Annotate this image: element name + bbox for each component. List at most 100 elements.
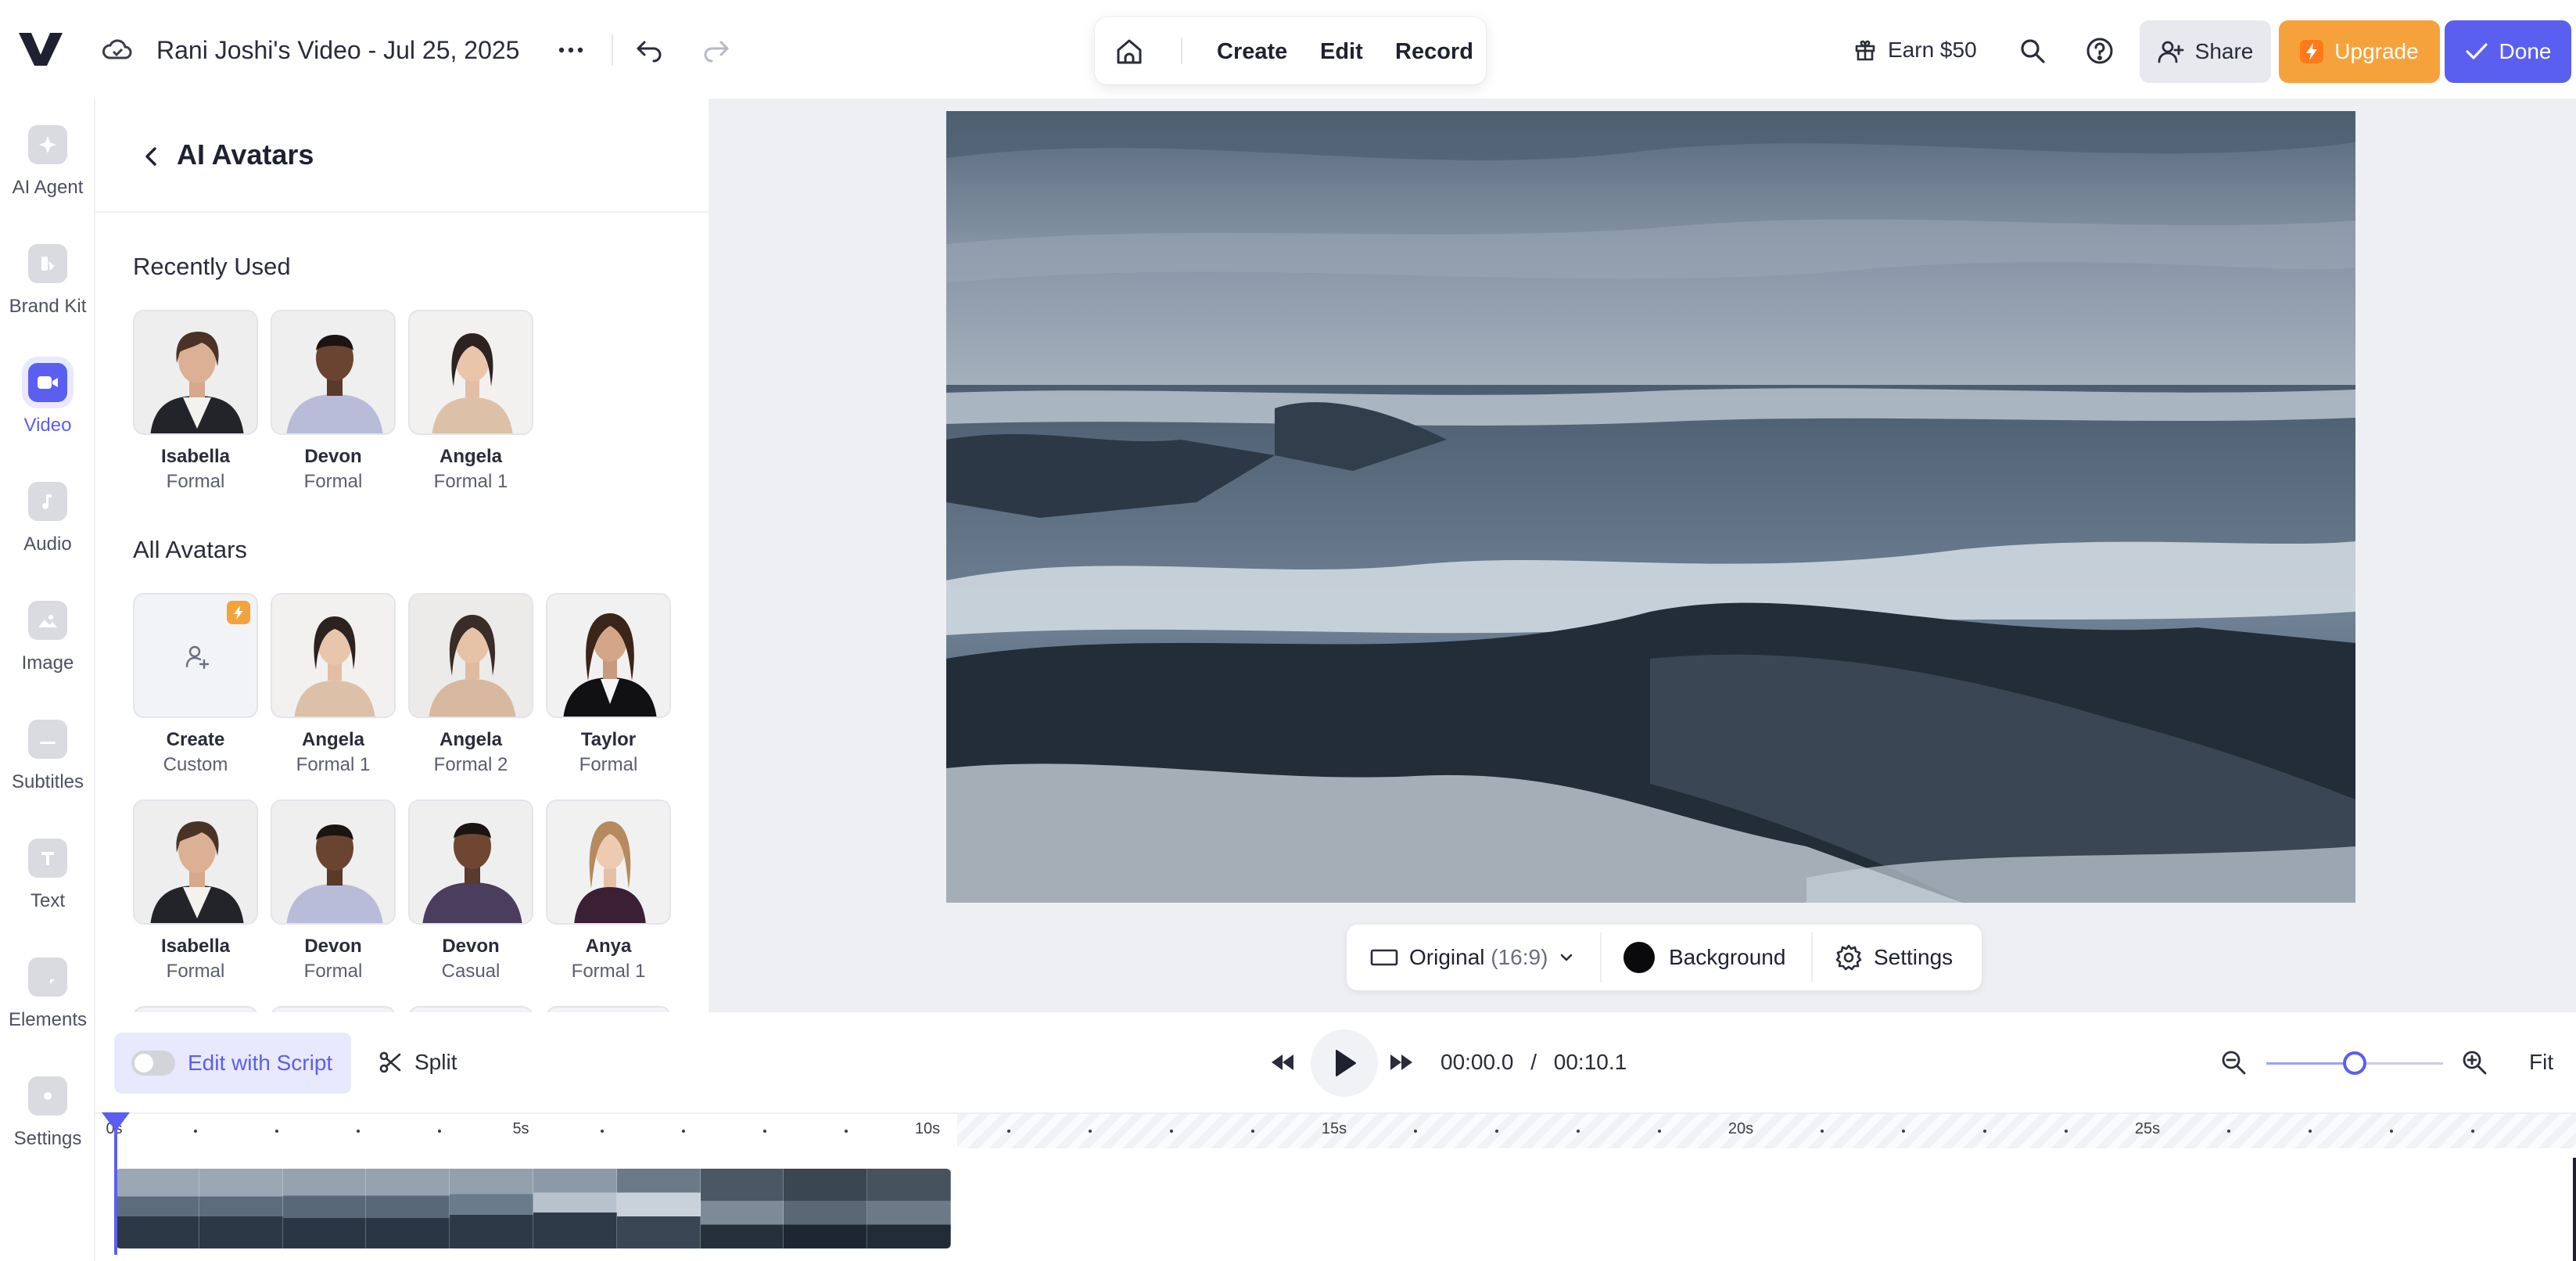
timeline-zoom-slider[interactable] xyxy=(2266,1051,2443,1075)
sidebar-item-image[interactable]: Image xyxy=(0,601,95,702)
sidebar-item-label: Brand Kit xyxy=(9,296,87,317)
playhead[interactable] xyxy=(102,1112,130,1255)
edit-with-script-label: Edit with Script xyxy=(188,1051,333,1075)
play-icon xyxy=(1330,1047,1358,1079)
zoom-in-icon[interactable] xyxy=(2460,1048,2488,1076)
avatar-style: Formal xyxy=(303,471,363,492)
avatar-name: Isabella xyxy=(160,936,231,957)
music-note-icon xyxy=(28,482,67,521)
brand-kit-icon xyxy=(28,244,67,283)
home-icon[interactable] xyxy=(1114,36,1145,67)
avatar-name: Devon xyxy=(304,446,362,467)
sidebar-item-label: AI Agent xyxy=(12,177,84,198)
undo-icon[interactable] xyxy=(633,36,665,64)
nav-edit[interactable]: Edit xyxy=(1320,38,1363,66)
sidebar-item-subtitles[interactable]: Subtitles xyxy=(0,720,95,821)
help-icon[interactable] xyxy=(2085,36,2115,66)
nav-create[interactable]: Create xyxy=(1217,38,1287,66)
settings-label: Settings xyxy=(1874,945,1954,969)
sidebar-item-label: Subtitles xyxy=(11,771,84,792)
ruler-tick xyxy=(1007,1130,1010,1133)
sidebar-item-label: Settings xyxy=(13,1128,82,1149)
zoom-out-icon[interactable] xyxy=(2219,1048,2248,1076)
upgrade-button[interactable]: Upgrade xyxy=(2279,20,2440,83)
rewind-icon[interactable] xyxy=(1267,1048,1298,1076)
sidebar-item-label: Text xyxy=(30,890,65,911)
search-icon[interactable] xyxy=(2018,36,2047,66)
panel-title: AI Avatars xyxy=(177,138,314,171)
sidebar-item-elements[interactable]: Elements xyxy=(0,957,95,1059)
elements-icon xyxy=(28,957,67,997)
background-color-swatch xyxy=(1623,942,1655,973)
avatar-card[interactable] xyxy=(408,1006,533,1012)
avatar-style: Formal xyxy=(166,961,225,982)
more-options-icon[interactable] xyxy=(557,36,585,64)
canvas-settings-button[interactable]: Settings xyxy=(1835,940,1953,975)
avatar-name: Devon xyxy=(442,936,500,957)
check-icon xyxy=(2465,41,2488,62)
sidebar-item-text[interactable]: Text xyxy=(0,839,95,940)
avatar-panel: AI Avatars Recently Used Isabella Formal… xyxy=(95,99,710,1012)
ruler-tick xyxy=(275,1130,278,1133)
avatar-name: Angela xyxy=(301,729,364,750)
play-button[interactable] xyxy=(1311,1029,1378,1097)
clip-frame xyxy=(700,1169,784,1248)
sidebar-item-settings[interactable]: Settings xyxy=(0,1076,95,1178)
sidebar-item-brand-kit[interactable]: Brand Kit xyxy=(0,244,95,346)
video-clip[interactable] xyxy=(116,1169,951,1248)
ruler-empty-region xyxy=(957,1114,2576,1148)
panel-header: AI Avatars xyxy=(95,99,709,213)
fast-forward-icon[interactable] xyxy=(1386,1048,1417,1076)
video-preview[interactable] xyxy=(946,111,2355,903)
avatar-thumbnail xyxy=(546,799,671,925)
clip-frame xyxy=(450,1169,533,1248)
earn-label: Earn $50 xyxy=(1888,38,1977,62)
top-bar: Rani Joshi's Video - Jul 25, 2025 Create… xyxy=(0,0,2576,99)
sidebar-item-ai-agent[interactable]: AI Agent xyxy=(0,125,95,227)
redo-icon[interactable] xyxy=(701,36,732,64)
ruler-tick xyxy=(845,1130,848,1133)
avatar-name: Angela xyxy=(439,446,502,467)
background-button[interactable]: Background xyxy=(1623,940,1785,975)
split-button[interactable]: Split xyxy=(379,1044,457,1081)
canvas-stage: Original (16:9) Background Settings xyxy=(710,99,2576,1012)
sidebar-item-video[interactable]: Video xyxy=(0,363,95,465)
back-arrow-icon[interactable] xyxy=(139,142,163,171)
avatar-name: Taylor xyxy=(580,729,637,750)
avatar-style: Formal 2 xyxy=(433,754,508,775)
toggle-switch[interactable] xyxy=(131,1051,175,1076)
sidebar-item-audio[interactable]: Audio xyxy=(0,482,95,584)
done-button[interactable]: Done xyxy=(2445,20,2571,83)
ruler-tick xyxy=(2471,1130,2474,1133)
aspect-ratio-dropdown[interactable]: Original (16:9) xyxy=(1370,940,1574,975)
edit-with-script-toggle[interactable]: Edit with Script xyxy=(114,1033,352,1094)
nav-record[interactable]: Record xyxy=(1395,38,1473,66)
ruler-tick xyxy=(2227,1130,2230,1133)
ruler-tick xyxy=(194,1130,197,1133)
divider xyxy=(612,34,613,66)
ruler-tick xyxy=(2065,1130,2068,1133)
avatar-thumbnail xyxy=(271,310,396,435)
app-logo[interactable] xyxy=(17,31,64,67)
fit-button[interactable]: Fit xyxy=(2529,1047,2553,1078)
avatar-thumbnail xyxy=(133,310,258,435)
zoom-slider-fill xyxy=(2266,1062,2355,1065)
background-label: Background xyxy=(1669,945,1786,969)
avatar-name: Anya xyxy=(585,936,632,957)
avatar-card[interactable] xyxy=(271,1006,396,1012)
cloud-saved-icon xyxy=(102,38,133,61)
avatar-card[interactable] xyxy=(546,1006,671,1012)
earn-referral-button[interactable]: Earn $50 xyxy=(1853,31,1977,69)
ruler-tick xyxy=(601,1130,604,1133)
avatar-card[interactable] xyxy=(133,1006,258,1012)
avatar-thumbnail xyxy=(408,310,533,435)
divider xyxy=(1600,932,1602,983)
avatar-style: Formal 1 xyxy=(296,754,371,775)
zoom-slider-handle[interactable] xyxy=(2343,1051,2366,1075)
total-duration: 00:10.1 xyxy=(1553,1050,1627,1074)
video-title[interactable]: Rani Joshi's Video - Jul 25, 2025 xyxy=(156,34,519,66)
gift-icon xyxy=(1853,38,1877,62)
playhead-handle[interactable] xyxy=(102,1112,130,1131)
timeline-ruler[interactable]: 0s5s10s15s20s25s xyxy=(106,1114,2576,1148)
share-button[interactable]: Share xyxy=(2140,20,2271,83)
